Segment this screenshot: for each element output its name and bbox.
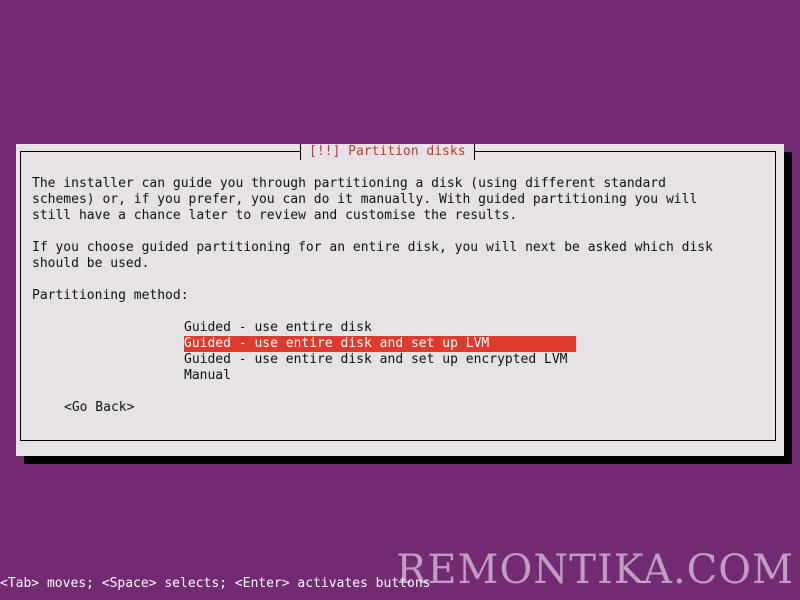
option-guided-lvm[interactable]: Guided - use entire disk and set up LVM bbox=[184, 336, 576, 352]
option-manual[interactable]: Manual bbox=[184, 368, 576, 384]
status-bar: <Tab> moves; <Space> selects; <Enter> ac… bbox=[0, 576, 431, 591]
go-back-button[interactable]: <Go Back> bbox=[64, 400, 134, 416]
partition-disks-dialog: [!!] Partition disks The installer can g… bbox=[16, 144, 784, 456]
partitioning-method-label: Partitioning method: bbox=[32, 288, 189, 303]
option-guided-encrypted-lvm[interactable]: Guided - use entire disk and set up encr… bbox=[184, 352, 576, 368]
guided-info-paragraph: If you choose guided partitioning for an… bbox=[32, 240, 713, 271]
intro-paragraph: The installer can guide you through part… bbox=[32, 176, 698, 223]
option-guided-entire-disk[interactable]: Guided - use entire disk bbox=[184, 320, 576, 336]
watermark: REMONTIKA.COM bbox=[396, 547, 794, 593]
dialog-title: [!!] Partition disks bbox=[300, 144, 475, 160]
partitioning-method-list: Guided - use entire disk Guided - use en… bbox=[184, 320, 576, 384]
